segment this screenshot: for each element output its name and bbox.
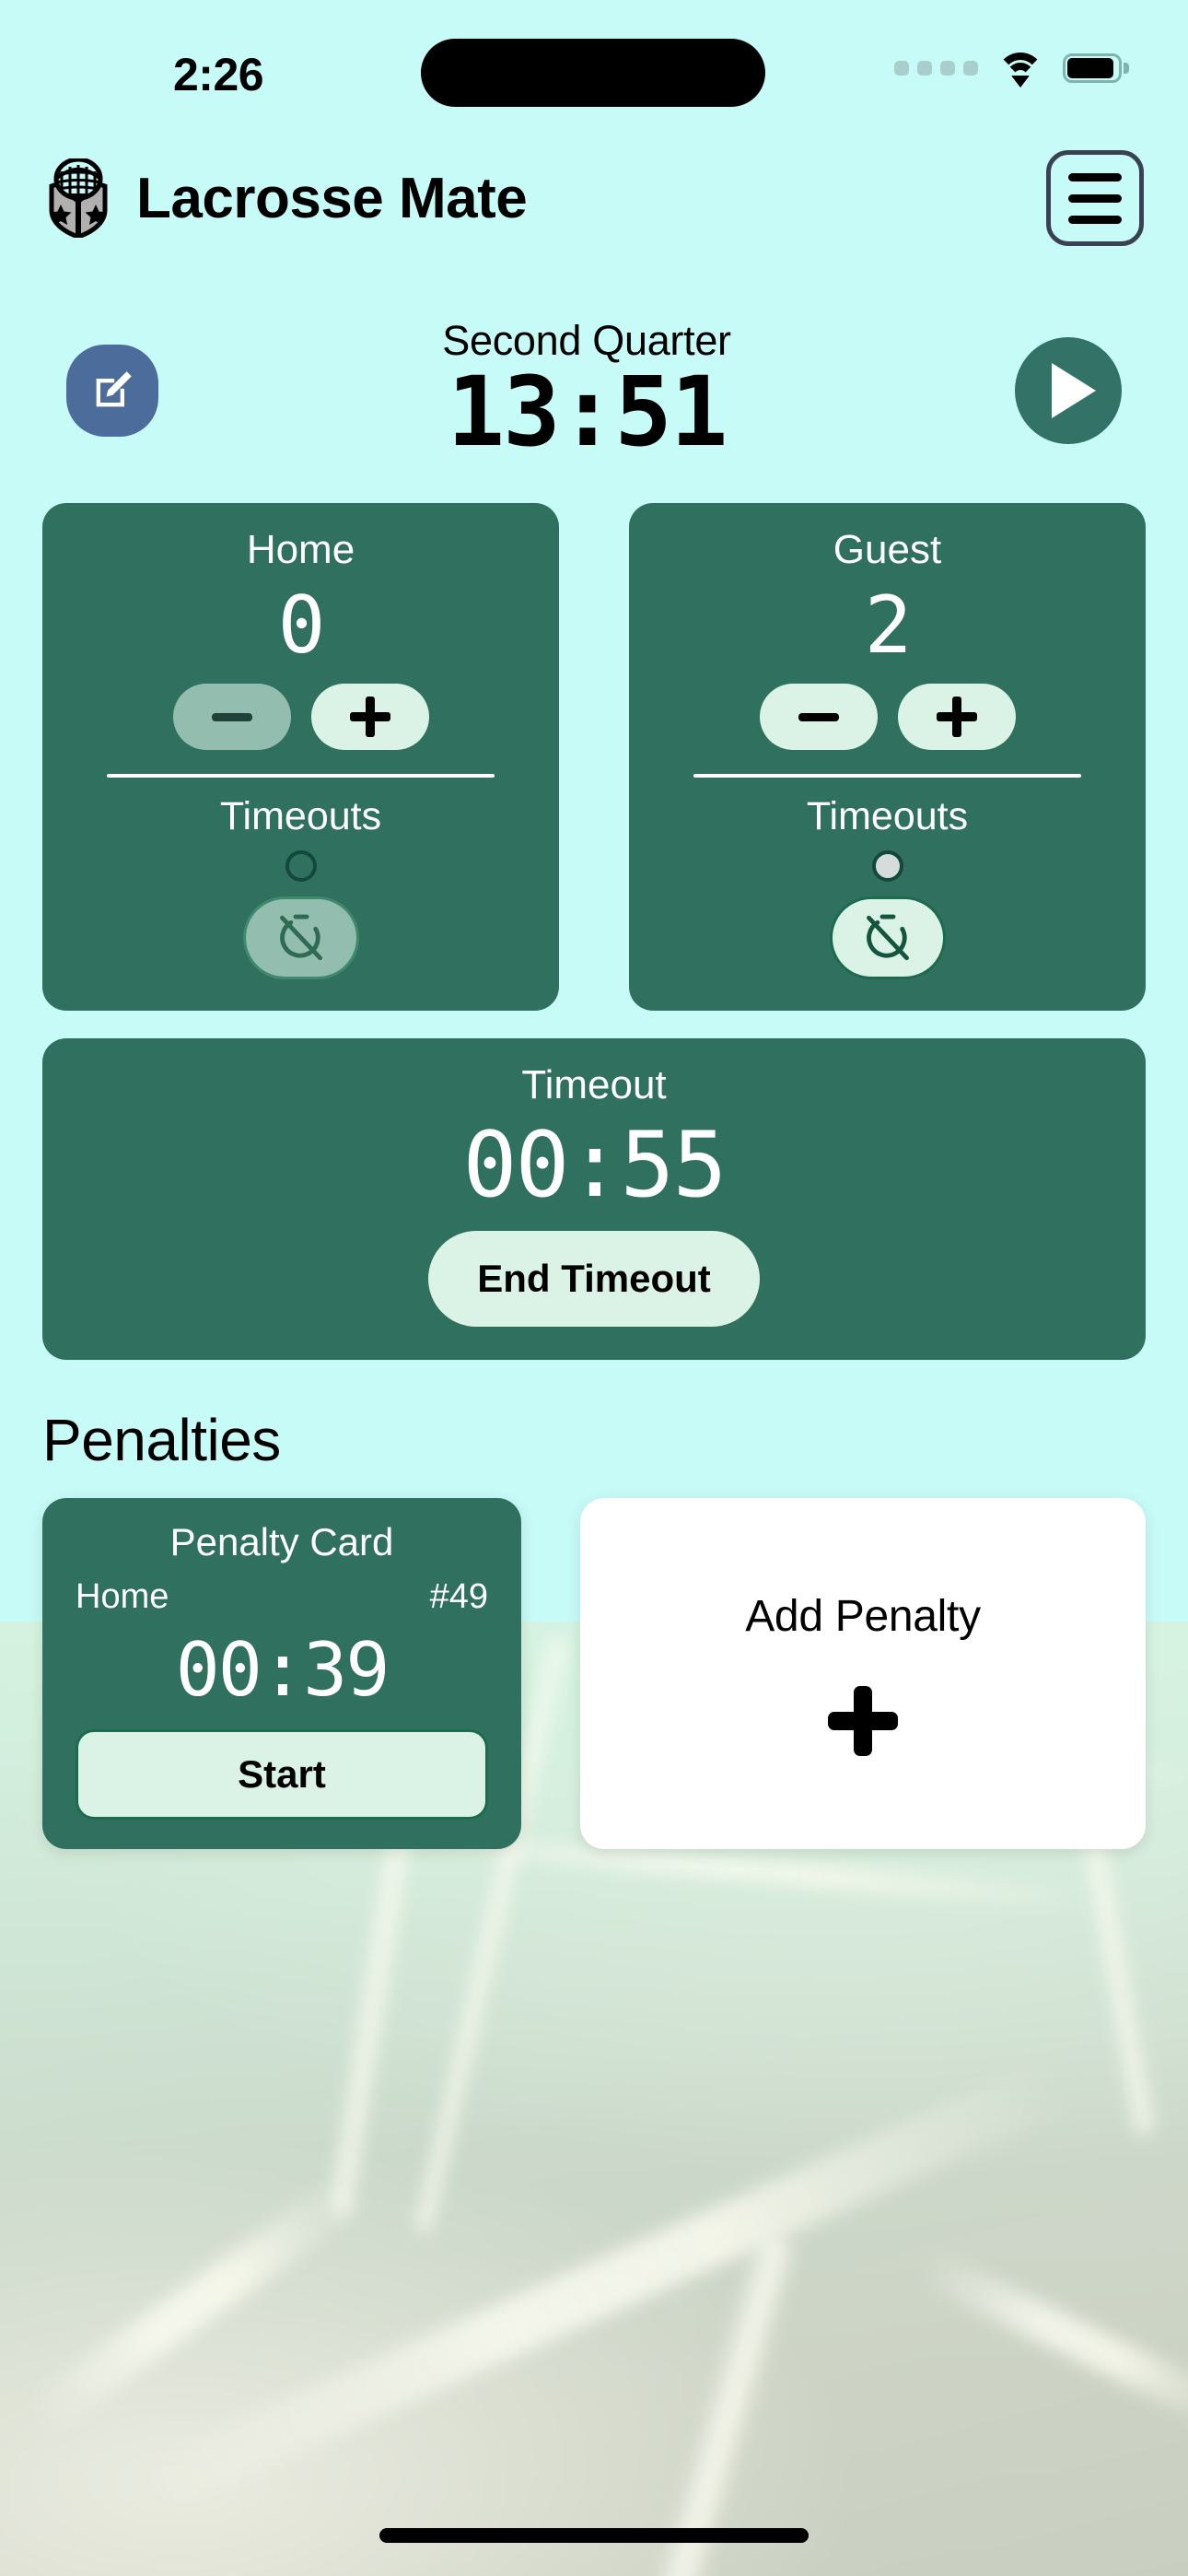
stopwatch-off-icon	[866, 914, 909, 961]
plus-icon	[828, 1685, 898, 1756]
team-card-guest: Guest 2 Timeouts	[629, 503, 1146, 1011]
edit-square-pencil-icon	[96, 371, 132, 407]
team-score-guest: 2	[864, 580, 913, 672]
home-indicator	[379, 2528, 809, 2543]
penalties-list: Penalty Card Home #49 00:39 Start Add Pe…	[0, 1497, 1188, 1849]
game-clock-time: 13:51	[447, 355, 728, 468]
status-bar-time: 2:26	[173, 49, 264, 100]
status-bar: 2:26	[0, 0, 1188, 138]
end-timeout-button[interactable]: End Timeout	[428, 1230, 760, 1327]
team-score-home: 0	[277, 580, 326, 672]
minus-icon	[211, 712, 252, 721]
battery-icon	[1063, 53, 1129, 83]
guest-timeout-button[interactable]	[829, 896, 946, 979]
divider	[693, 774, 1081, 778]
penalty-card-team: Home	[76, 1576, 169, 1616]
add-penalty-button[interactable]: Add Penalty	[580, 1497, 1146, 1849]
plus-icon	[349, 697, 390, 737]
penalty-start-button[interactable]: Start	[76, 1728, 488, 1820]
minus-icon	[798, 712, 839, 721]
penalty-card[interactable]: Penalty Card Home #49 00:39 Start	[42, 1497, 521, 1849]
plus-icon	[936, 697, 977, 737]
add-penalty-label: Add Penalty	[745, 1591, 981, 1641]
penalties-heading: Penalties	[42, 1406, 281, 1473]
signal-dots-icon	[894, 61, 978, 76]
stopwatch-off-icon	[279, 914, 322, 961]
wifi-icon	[996, 51, 1044, 88]
timeout-dots-home	[285, 850, 317, 882]
lacrosse-shield-logo	[49, 158, 108, 238]
timeout-dot	[871, 850, 903, 882]
timeout-clock-time: 00:55	[462, 1113, 727, 1218]
timeout-dots-guest	[871, 850, 903, 882]
penalty-card-title: Penalty Card	[169, 1519, 394, 1563]
game-clock-row: Second Quarter 13:51	[0, 299, 1188, 483]
guest-score-increment-button[interactable]	[897, 684, 1016, 750]
timeouts-label-home: Timeouts	[219, 794, 382, 838]
phone-screen: 2:26 Lacrosse Mate Second Quarter 13:51 …	[0, 0, 1188, 2576]
team-card-home: Home 0 Timeouts	[42, 503, 559, 1011]
team-name-guest: Guest	[833, 527, 942, 572]
dynamic-island	[421, 39, 765, 107]
divider	[107, 774, 495, 778]
guest-score-decrement-button[interactable]	[759, 684, 878, 750]
timeout-panel: Timeout 00:55 End Timeout	[42, 1038, 1146, 1360]
play-icon	[1052, 363, 1096, 418]
home-score-increment-button[interactable]	[310, 684, 429, 750]
app-header: Lacrosse Mate	[0, 138, 1188, 258]
score-cards: Home 0 Timeouts Guest 2 Timeouts	[0, 503, 1188, 1011]
timeouts-label-guest: Timeouts	[806, 794, 969, 838]
edit-clock-button[interactable]	[66, 345, 158, 437]
play-clock-button[interactable]	[1015, 337, 1122, 444]
penalty-card-player-number: #49	[429, 1576, 488, 1616]
home-timeout-button[interactable]	[242, 896, 359, 979]
penalty-card-time: 00:39	[175, 1626, 390, 1713]
home-score-decrement-button[interactable]	[172, 684, 291, 750]
page-title: Lacrosse Mate	[136, 166, 528, 230]
team-name-home: Home	[246, 527, 355, 572]
hamburger-menu-icon[interactable]	[1046, 150, 1144, 246]
timeout-dot	[285, 850, 317, 882]
timeout-title: Timeout	[521, 1062, 667, 1107]
